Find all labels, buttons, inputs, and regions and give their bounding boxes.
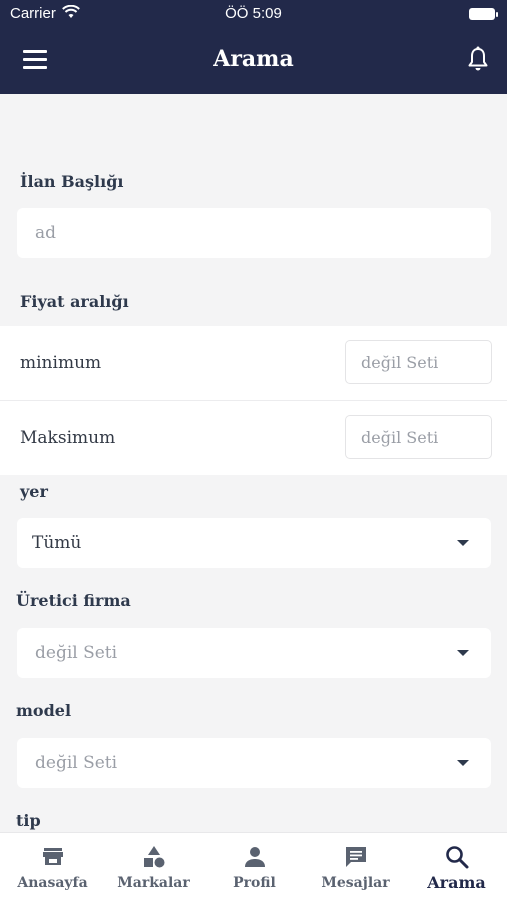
- minimum-label: minimum: [20, 353, 102, 373]
- tab-bar: Anasayfa Markalar Profil Mesajlar Arama: [0, 832, 507, 900]
- tab-mesajlar[interactable]: Mesajlar: [305, 833, 406, 900]
- tab-label: Profil: [233, 875, 276, 891]
- divider: [0, 400, 507, 401]
- chevron-down-icon: [457, 650, 469, 656]
- maksimum-placeholder: değil Seti: [361, 428, 439, 447]
- model-dropdown[interactable]: değil Seti: [17, 738, 491, 788]
- tab-label: Anasayfa: [17, 875, 88, 891]
- maksimum-row: Maksimum değil Seti: [0, 401, 507, 475]
- tip-label: tip: [16, 811, 41, 830]
- bell-icon[interactable]: [467, 46, 489, 72]
- tab-anasayfa[interactable]: Anasayfa: [2, 833, 103, 900]
- person-icon: [244, 847, 265, 867]
- yer-dropdown[interactable]: Tümü: [17, 518, 491, 568]
- uretici-placeholder: değil Seti: [35, 643, 118, 663]
- chevron-down-icon: [457, 760, 469, 766]
- maksimum-input[interactable]: değil Seti: [345, 415, 492, 459]
- tab-arama[interactable]: Arama: [406, 833, 507, 900]
- tab-markalar[interactable]: Markalar: [103, 833, 204, 900]
- battery-icon: [469, 8, 498, 20]
- fiyat-label: Fiyat aralığı: [20, 292, 129, 311]
- chevron-down-icon: [457, 540, 469, 546]
- clock: ÖÖ 5:09: [225, 5, 282, 22]
- tab-profil[interactable]: Profil: [204, 833, 305, 900]
- store-icon: [42, 848, 63, 865]
- maksimum-label: Maksimum: [20, 428, 116, 448]
- ilan-basligi-input[interactable]: ad: [17, 208, 491, 258]
- nav-bar: Arama: [0, 28, 507, 94]
- search-icon: [445, 846, 468, 869]
- uretici-label: Üretici firma: [16, 591, 131, 610]
- uretici-dropdown[interactable]: değil Seti: [17, 628, 491, 678]
- model-placeholder: değil Seti: [35, 753, 118, 773]
- tab-label: Arama: [427, 873, 486, 892]
- page-title: Arama: [213, 46, 294, 72]
- message-icon: [345, 847, 366, 867]
- minimum-input[interactable]: değil Seti: [345, 340, 492, 384]
- yer-label: yer: [20, 482, 48, 501]
- minimum-row: minimum değil Seti: [0, 326, 507, 400]
- model-label: model: [16, 701, 72, 720]
- tab-label: Mesajlar: [321, 875, 390, 891]
- minimum-placeholder: değil Seti: [361, 353, 439, 372]
- yer-value: Tümü: [32, 533, 82, 553]
- shapes-icon: [143, 846, 164, 868]
- ilan-basligi-label: İlan Başlığı: [20, 172, 124, 191]
- ilan-basligi-placeholder: ad: [35, 223, 57, 243]
- tab-label: Markalar: [117, 875, 190, 891]
- status-bar: Carrier ÖÖ 5:09: [0, 0, 507, 28]
